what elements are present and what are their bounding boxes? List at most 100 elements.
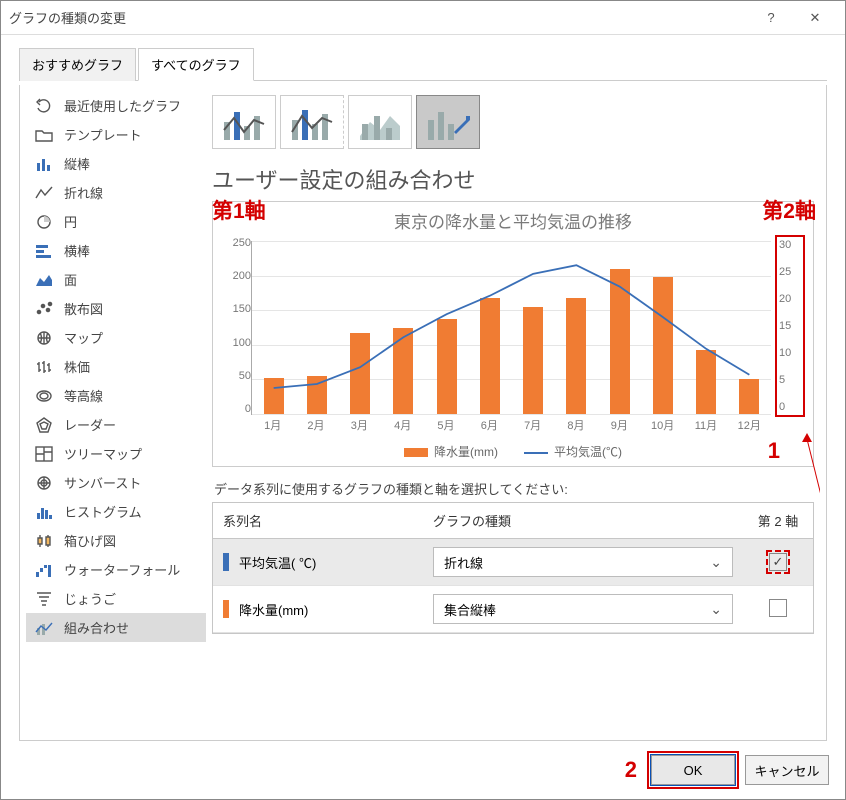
sidebar-item-combo[interactable]: 組み合わせ [26, 613, 206, 642]
sidebar-item-map[interactable]: マップ [26, 323, 206, 352]
series-header-name: 系列名 [213, 503, 423, 538]
sidebar-item-folder[interactable]: テンプレート [26, 120, 206, 149]
series-color-swatch [223, 553, 229, 571]
sidebar-item-line[interactable]: 折れ線 [26, 178, 206, 207]
sidebar-item-boxplot[interactable]: 箱ひげ図 [26, 526, 206, 555]
sidebar-item-label: 箱ひげ図 [64, 531, 116, 550]
chart-preview: 東京の降水量と平均気温の推移 250200150100500 302520151… [212, 201, 814, 467]
chart-category-sidebar: 最近使用したグラフテンプレート縦棒折れ線円横棒面散布図マップ株価等高線レーダーツ… [26, 91, 206, 734]
sidebar-item-pie[interactable]: 円 [26, 207, 206, 236]
chart-title: 東京の降水量と平均気温の推移 [221, 208, 805, 233]
secondary-axis-checkbox[interactable]: ✓ [769, 553, 787, 571]
annotation-number-2: 2 [625, 757, 637, 783]
y-axis-right-ticks: 302520151050 [775, 235, 805, 417]
annotation-axis2: 第2軸 [762, 195, 816, 225]
series-type-select[interactable]: 折れ線 [433, 547, 733, 577]
series-header-type: グラフの種類 [423, 503, 743, 538]
legend-bar-swatch [404, 448, 428, 457]
scatter-icon [34, 300, 54, 318]
barh-icon [34, 242, 54, 260]
dialog-footer: 2 OK キャンセル [1, 745, 845, 799]
tab-all-charts[interactable]: すべてのグラフ [138, 48, 254, 81]
cancel-button[interactable]: キャンセル [745, 755, 829, 785]
chevron-down-icon [710, 554, 722, 571]
secondary-axis-checkbox[interactable] [769, 599, 787, 617]
sidebar-item-contour[interactable]: 等高線 [26, 381, 206, 410]
sidebar-item-area[interactable]: 面 [26, 265, 206, 294]
series-row: 平均気温( ℃) 折れ線 ✓ [213, 539, 813, 586]
sidebar-item-sunburst[interactable]: サンバースト [26, 468, 206, 497]
legend-line-swatch [524, 452, 548, 461]
sidebar-item-histogram[interactable]: ヒストグラム [26, 497, 206, 526]
sunburst-icon [34, 474, 54, 492]
chevron-down-icon [710, 601, 722, 618]
sidebar-item-label: レーダー [64, 415, 116, 434]
sidebar-item-label: 組み合わせ [64, 618, 129, 637]
combo-subtype-1[interactable] [212, 95, 276, 149]
series-instruction: データ系列に使用するグラフの種類と軸を選択してください: [214, 479, 814, 498]
close-button[interactable]: ✕ [793, 1, 837, 34]
series-header-axis: 第 2 軸 [743, 503, 813, 538]
histogram-icon [34, 503, 54, 521]
sidebar-item-treemap[interactable]: ツリーマップ [26, 439, 206, 468]
y-axis-left-ticks: 250200150100500 [221, 237, 251, 415]
combo-subtype-2[interactable] [280, 95, 344, 149]
plot-area [251, 241, 771, 415]
sidebar-item-stock[interactable]: 株価 [26, 352, 206, 381]
combo-icon [34, 619, 54, 637]
combo-subtype-3[interactable] [348, 95, 412, 149]
sidebar-item-label: 折れ線 [64, 183, 103, 202]
series-color-swatch [223, 600, 229, 618]
treemap-icon [34, 445, 54, 463]
sidebar-item-scatter[interactable]: 散布図 [26, 294, 206, 323]
sidebar-item-label: 面 [64, 270, 77, 289]
contour-icon [34, 387, 54, 405]
stock-icon [34, 358, 54, 376]
sidebar-item-undo[interactable]: 最近使用したグラフ [26, 91, 206, 120]
pie-icon [34, 213, 54, 231]
area-icon [34, 271, 54, 289]
series-name: 降水量(mm) [239, 600, 308, 619]
sidebar-item-label: 等高線 [64, 386, 103, 405]
help-button[interactable]: ? [749, 1, 793, 34]
sidebar-item-label: ヒストグラム [64, 502, 142, 521]
column-icon [34, 155, 54, 173]
line-icon [34, 184, 54, 202]
change-chart-type-dialog: グラフの種類の変更 ? ✕ おすすめグラフ すべてのグラフ 最近使用したグラフテ… [0, 0, 846, 800]
series-type-value: 折れ線 [444, 553, 483, 572]
series-type-select[interactable]: 集合縦棒 [433, 594, 733, 624]
tab-recommended[interactable]: おすすめグラフ [19, 48, 136, 81]
sidebar-item-barh[interactable]: 横棒 [26, 236, 206, 265]
undo-icon [34, 97, 54, 115]
line-series [252, 245, 771, 418]
combo-heading: ユーザー設定の組み合わせ [212, 163, 814, 195]
right-pane: ユーザー設定の組み合わせ 第1軸 第2軸 東京の降水量と平均気温の推移 2502… [206, 91, 820, 734]
sidebar-item-funnel[interactable]: じょうご [26, 584, 206, 613]
sidebar-item-radar[interactable]: レーダー [26, 410, 206, 439]
series-type-value: 集合縦棒 [444, 600, 496, 619]
titlebar: グラフの種類の変更 ? ✕ [1, 1, 845, 35]
sidebar-item-label: 最近使用したグラフ [64, 96, 181, 115]
chart-legend: 降水量(mm) 平均気温(℃) [221, 443, 805, 460]
combo-subtype-row [212, 95, 814, 149]
series-row: 降水量(mm) 集合縦棒 [213, 586, 813, 633]
annotation-axis1: 第1軸 [210, 195, 266, 225]
sidebar-item-label: ツリーマップ [64, 444, 142, 463]
x-axis-labels: 1月2月3月4月5月6月7月8月9月10月11月12月 [251, 417, 771, 437]
annotation-number-1: 1 [768, 438, 780, 464]
sidebar-item-label: ウォーターフォール [64, 560, 180, 579]
map-icon [34, 329, 54, 347]
sidebar-item-label: テンプレート [64, 125, 142, 144]
radar-icon [34, 416, 54, 434]
ok-button[interactable]: OK [651, 755, 735, 785]
sidebar-item-column[interactable]: 縦棒 [26, 149, 206, 178]
boxplot-icon [34, 532, 54, 550]
sidebar-item-waterfall[interactable]: ウォーターフォール [26, 555, 206, 584]
sidebar-item-label: 株価 [64, 357, 90, 376]
dialog-title: グラフの種類の変更 [9, 8, 749, 27]
funnel-icon [34, 590, 54, 608]
combo-subtype-custom[interactable] [416, 95, 480, 149]
series-name: 平均気温( ℃) [239, 553, 316, 572]
sidebar-item-label: 縦棒 [64, 154, 90, 173]
sidebar-item-label: サンバースト [64, 473, 141, 492]
